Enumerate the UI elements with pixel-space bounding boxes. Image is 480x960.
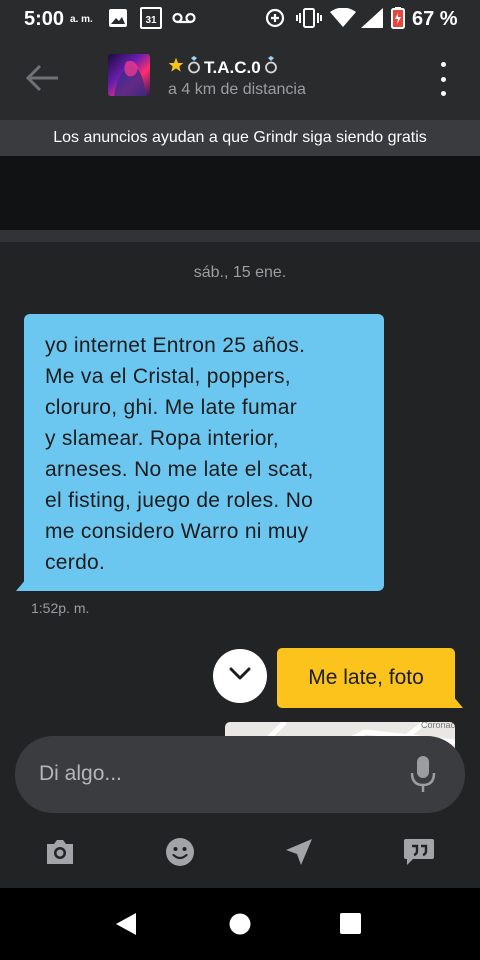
star-icon — [168, 57, 184, 78]
date-separator: sáb., 15 ene. — [193, 264, 287, 281]
nav-recents-icon[interactable] — [340, 913, 361, 939]
microphone-icon[interactable] — [410, 756, 436, 794]
battery-icon — [390, 7, 406, 29]
ring-icon — [188, 56, 200, 79]
battery-percent: 67 % — [412, 8, 458, 30]
wifi-icon — [330, 8, 356, 28]
more-vert-icon[interactable] — [438, 62, 448, 96]
calendar-day: 31 — [140, 7, 162, 29]
ad-banner: Los anuncios ayudan a que Grindr siga si… — [0, 120, 480, 156]
chevron-down-icon — [229, 667, 251, 686]
vibrate-icon — [296, 8, 322, 28]
back-arrow-icon[interactable] — [24, 62, 60, 94]
profile-distance: a 4 km de distancia — [168, 81, 306, 98]
message-line: cerdo. — [45, 551, 106, 574]
saved-phrases-icon[interactable] — [402, 836, 436, 868]
message-input-placeholder[interactable]: Di algo... — [39, 762, 122, 786]
scroll-to-bottom-button[interactable] — [213, 649, 267, 703]
avatar[interactable] — [108, 54, 150, 96]
message-text: Me late, foto — [308, 666, 424, 689]
image-icon — [108, 8, 128, 28]
ring-icon — [264, 56, 277, 79]
signal-icon — [360, 8, 384, 28]
profile-name-row[interactable]: T.A.C.0 — [168, 56, 277, 79]
status-ampm: a. m. — [70, 14, 93, 25]
map-label: Coronac — [421, 722, 455, 730]
location-icon[interactable] — [282, 836, 316, 868]
nav-back-icon[interactable] — [114, 912, 138, 941]
data-saver-icon — [264, 8, 286, 28]
message-line: cloruro, ghi. Me late fumar — [45, 396, 298, 419]
calendar-icon: 31 — [140, 7, 162, 29]
voicemail-icon — [172, 8, 196, 28]
message-line: Me va el Cristal, poppers, — [45, 365, 291, 388]
nav-home-icon[interactable] — [229, 913, 251, 940]
message-line: yo internet Entron 25 años. — [45, 334, 306, 357]
message-line: arneses. No me late el scat, — [45, 458, 314, 481]
camera-icon[interactable] — [43, 836, 77, 868]
divider — [0, 230, 480, 242]
incoming-message-bubble[interactable]: yo internet Entron 25 años. Me va el Cri… — [24, 314, 384, 591]
message-line: me considero Warro ni muy — [45, 520, 309, 543]
status-time: 5:00 — [24, 8, 65, 30]
ad-area[interactable] — [0, 156, 480, 230]
message-line: el fisting, juego de roles. No — [45, 489, 314, 512]
profile-name: T.A.C.0 — [204, 57, 261, 77]
message-line: y slamear. Ropa interior, — [45, 427, 279, 450]
message-timestamp: 1:52p. m. — [31, 600, 90, 616]
emoji-icon[interactable] — [163, 836, 197, 868]
outgoing-message-bubble[interactable]: Me late, foto — [277, 648, 455, 708]
